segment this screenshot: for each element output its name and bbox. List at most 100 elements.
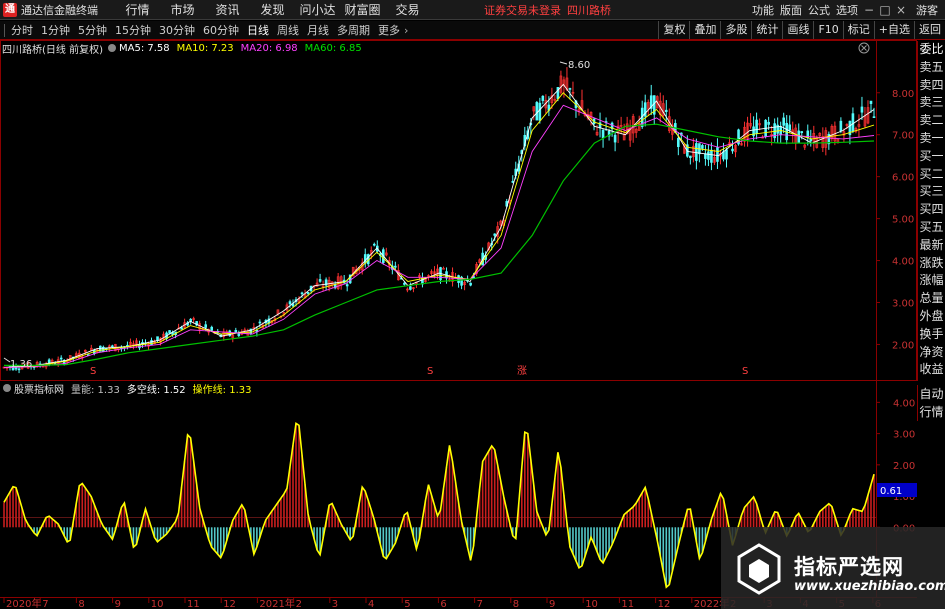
tool-adjust[interactable]: 复权: [658, 21, 689, 39]
menu-wealth[interactable]: 财富圈: [340, 1, 385, 18]
menu-formula[interactable]: 公式: [805, 2, 833, 18]
side-tab-lower-1[interactable]: 行情: [918, 403, 945, 421]
side-tab-1[interactable]: 卖五: [918, 59, 945, 77]
candle-body: [782, 117, 785, 126]
ind-tick-label: 3.00: [893, 430, 915, 441]
candle-body: [306, 292, 310, 294]
period-multi[interactable]: 多周期: [337, 22, 370, 38]
menu-ask[interactable]: 问小达: [295, 1, 340, 18]
login-status[interactable]: 证券交易未登录: [484, 2, 561, 18]
side-tab-11[interactable]: 最新: [918, 237, 945, 255]
tool-stats[interactable]: 统计: [751, 21, 782, 39]
main-chart-frame: [0, 40, 917, 381]
menu-trade[interactable]: 交易: [385, 1, 430, 18]
signal-marker: S: [427, 366, 433, 377]
chart-area[interactable]: 8.00 7.00 6.00 5.00 4.00 3.00 2.00 4.00 3.00 2.0…: [0, 0, 945, 609]
side-tab-13[interactable]: 涨幅: [918, 272, 945, 290]
candle-body: [234, 330, 238, 333]
menu-layout[interactable]: 版面: [777, 2, 805, 18]
period-weekly[interactable]: 周线: [277, 22, 299, 38]
x-tick-label: 10: [585, 599, 598, 609]
menu-function[interactable]: 功能: [749, 2, 777, 18]
side-tab-17[interactable]: 净资: [918, 344, 945, 362]
side-tab-7[interactable]: 买二: [918, 166, 945, 184]
y-tick-label: 2.00: [892, 340, 914, 351]
x-tick-label: 8: [78, 599, 84, 609]
candle-body: [409, 286, 412, 290]
max-leader: [559, 61, 568, 65]
tool-back[interactable]: 返回: [914, 21, 945, 39]
menu-discover[interactable]: 发现: [250, 1, 295, 18]
menu-quotes[interactable]: 行情: [115, 1, 160, 18]
side-tab-0[interactable]: 委比: [918, 41, 945, 59]
tool-add-watchlist[interactable]: +自选: [873, 21, 914, 39]
tool-overlay[interactable]: 叠加: [689, 21, 720, 39]
menu-news[interactable]: 资讯: [205, 1, 250, 18]
candle-body: [111, 345, 114, 348]
x-tick-label: 7: [477, 599, 483, 609]
period-60min[interactable]: 60分钟: [203, 22, 239, 38]
candle-body: [568, 88, 572, 90]
candle-body: [442, 267, 445, 270]
period-30min[interactable]: 30分钟: [159, 22, 195, 38]
period-1min[interactable]: 1分钟: [41, 22, 70, 38]
candle-body: [180, 327, 183, 330]
menu-market[interactable]: 市场: [160, 1, 205, 18]
tool-f10[interactable]: F10: [813, 21, 842, 39]
minimize-icon[interactable]: −: [861, 3, 877, 17]
maximize-icon[interactable]: □: [877, 3, 893, 17]
settings-dot-icon[interactable]: [107, 44, 116, 52]
candle-body: [258, 321, 262, 324]
tool-draw[interactable]: 画线: [782, 21, 813, 39]
side-tab-15[interactable]: 外盘: [918, 308, 945, 326]
indicator-settings-icon[interactable]: [3, 384, 11, 392]
side-tab-6[interactable]: 买一: [918, 148, 945, 166]
side-tab-12[interactable]: 涨跌: [918, 255, 945, 273]
watermark-logo-icon: [737, 543, 781, 595]
candle-body: [168, 330, 171, 334]
candle-body: [800, 131, 804, 134]
period-15min[interactable]: 15分钟: [115, 22, 151, 38]
side-tab-3[interactable]: 卖三: [918, 94, 945, 112]
ma-line-ma20: [3, 104, 875, 368]
candle-body: [318, 279, 322, 282]
long-short-label: 多空线: 1.52: [126, 384, 186, 396]
side-tab-18[interactable]: 收益: [918, 361, 945, 379]
side-tab-2[interactable]: 卖四: [918, 77, 945, 95]
side-tab-9[interactable]: 买四: [918, 201, 945, 219]
x-tick-label: 10: [151, 599, 164, 609]
candle-body: [689, 155, 692, 159]
menu-options[interactable]: 选项: [833, 2, 861, 18]
period-more[interactable]: 更多: [378, 22, 400, 38]
volume-energy-label: 量能: 1.33: [71, 384, 120, 396]
side-tab-4[interactable]: 卖二: [918, 112, 945, 130]
candle-body: [716, 147, 719, 162]
side-tab-lower-0[interactable]: 自动: [918, 385, 945, 403]
candle-body: [204, 324, 207, 328]
candle-body: [677, 137, 680, 147]
side-tab-10[interactable]: 买五: [918, 219, 945, 237]
candle-body: [345, 284, 349, 287]
period-daily[interactable]: 日线: [247, 22, 269, 38]
side-tab-5[interactable]: 卖一: [918, 130, 945, 148]
tool-multi-stock[interactable]: 多股: [720, 21, 751, 39]
guest-button[interactable]: 游客: [909, 2, 945, 18]
side-tab-16[interactable]: 换手: [918, 326, 945, 344]
signal-marker: 涨: [517, 365, 527, 377]
tool-mark[interactable]: 标记: [842, 21, 874, 39]
app-logo-icon: 通: [3, 2, 17, 17]
watermark-url: www.xuezhibiao.com: [794, 579, 945, 594]
quote-side-tabs-lower: 自动 行情: [917, 385, 945, 421]
period-monthly[interactable]: 月线: [307, 22, 329, 38]
close-icon[interactable]: ×: [893, 3, 909, 17]
close-panel-icon[interactable]: [858, 42, 870, 54]
x-tick-label: 4: [368, 599, 374, 609]
side-tab-14[interactable]: 总量: [918, 290, 945, 308]
period-intraday[interactable]: 分时: [11, 22, 33, 38]
candle-body: [710, 149, 713, 163]
candle-body: [851, 113, 855, 132]
side-tab-8[interactable]: 买三: [918, 183, 945, 201]
period-5min[interactable]: 5分钟: [78, 22, 107, 38]
candle-body: [701, 145, 704, 149]
chevron-right-icon[interactable]: ›: [404, 24, 408, 37]
